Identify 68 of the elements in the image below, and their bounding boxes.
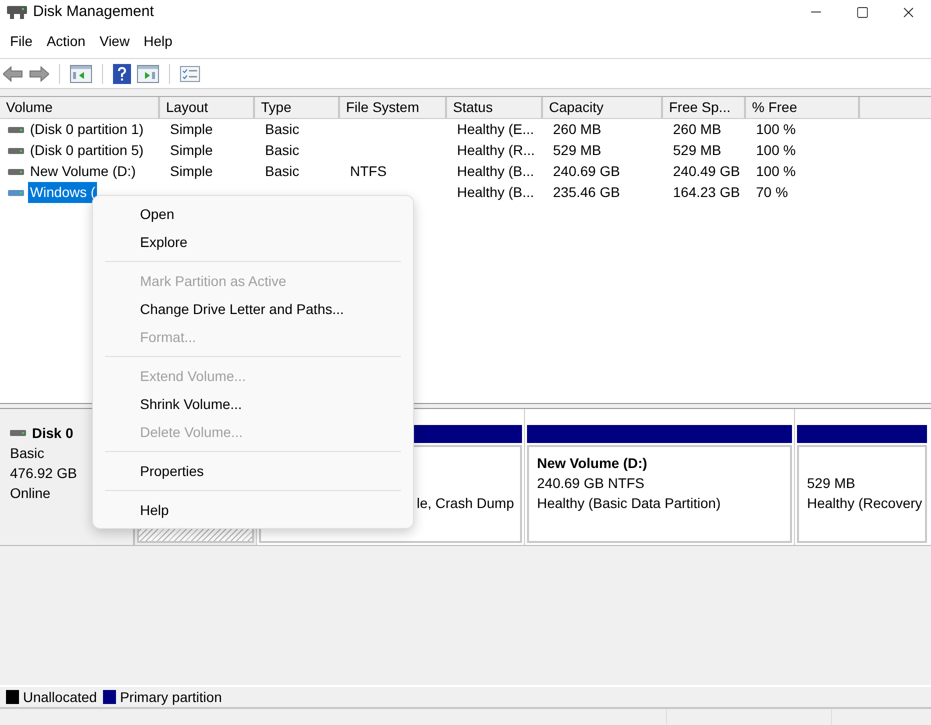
partition-title: New Volume (D:): [537, 454, 648, 473]
menu-item[interactable]: Action: [40, 28, 92, 54]
drive-icon: [10, 429, 26, 437]
legend-label: Primary partition: [120, 688, 222, 707]
menu-item[interactable]: File: [3, 28, 40, 54]
table-cell-text: 100 %: [755, 141, 797, 160]
window-title: Disk Management: [33, 2, 154, 22]
table-cell[interactable]: New Volume (D:): [28, 161, 138, 182]
disk-name: Disk 0: [32, 424, 74, 443]
menu-option[interactable]: Open: [99, 200, 407, 228]
drive-icon: [8, 168, 24, 176]
table-cell-text: 240.69 GB: [552, 162, 621, 181]
table-cell-text: Healthy (B...: [456, 183, 536, 202]
table-cell-text: Basic: [264, 120, 300, 139]
menu-item[interactable]: View: [92, 28, 137, 54]
table-cell-text: Simple: [169, 141, 214, 160]
menu-option[interactable]: Explore: [99, 228, 407, 256]
table-cell[interactable]: (Disk 0 partition 1): [28, 119, 146, 140]
menu-item[interactable]: Help: [136, 28, 180, 54]
drive-icon: [8, 188, 24, 196]
table-cell-text: Simple: [169, 162, 214, 181]
table-cell-text: 529 MB: [672, 141, 722, 160]
menu-option[interactable]: Change Drive Letter and Paths...: [99, 295, 407, 323]
table-cell-text: Basic: [264, 141, 300, 160]
partition-block[interactable]: 529 MB Healthy (Recovery: [797, 445, 927, 543]
table-cell-text: 70 %: [755, 183, 789, 202]
table-cell-text: Simple: [169, 120, 214, 139]
column-header[interactable]: Layout: [160, 97, 255, 118]
table-cell-text: 260 MB: [552, 120, 602, 139]
back-arrow-icon[interactable]: [3, 66, 23, 82]
table-cell-text: Healthy (B...: [456, 162, 536, 181]
column-header[interactable]: File System: [340, 97, 447, 118]
legend-label: Unallocated: [23, 688, 97, 706]
column-header[interactable]: Capacity: [543, 97, 663, 118]
table-cell-text: NTFS: [349, 162, 388, 181]
table-cell-text: 100 %: [755, 120, 797, 139]
partition-block[interactable]: New Volume (D:) 240.69 GB NTFS Healthy (Basic Data Partition): [527, 445, 792, 543]
table-cell-text: 529 MB: [552, 141, 602, 160]
maximize-icon[interactable]: [856, 6, 868, 18]
column-header[interactable]: Status: [447, 97, 543, 118]
table-cell-text: 164.23 GB: [672, 183, 741, 202]
forward-arrow-icon[interactable]: [29, 66, 49, 82]
partition-status: Healthy (Recovery: [807, 494, 924, 513]
table-cell-text: 260 MB: [672, 120, 722, 139]
table-cell-text: 100 %: [755, 162, 797, 181]
column-header[interactable]: Volume: [0, 97, 160, 118]
partition-status: Healthy (Basic Data Partition): [537, 494, 722, 513]
panel-icon[interactable]: [70, 64, 92, 82]
disk-type: Basic: [10, 444, 46, 463]
table-cell[interactable]: (Disk 0 partition 5): [28, 140, 146, 161]
table-cell-text: 235.46 GB: [552, 183, 621, 202]
table-cell-text: 240.49 GB: [672, 162, 741, 181]
disk-status: Online: [10, 484, 52, 503]
panel-icon[interactable]: [137, 64, 159, 82]
drive-icon: [8, 146, 24, 154]
table-cell-text: Healthy (E...: [456, 120, 536, 139]
table-cell-text: Basic: [264, 162, 300, 181]
partition-size: 529 MB: [807, 474, 856, 493]
table-cell-text: Healthy (R...: [456, 141, 536, 160]
partition-status: le, Crash Dump: [416, 494, 514, 513]
drive-icon: [8, 126, 24, 134]
disk-size: 476.92 GB: [10, 464, 78, 483]
checklist-icon[interactable]: [180, 66, 200, 82]
column-header[interactable]: Free Sp...: [663, 97, 746, 118]
app-icon: [7, 4, 27, 20]
help-icon[interactable]: [113, 64, 131, 84]
column-header[interactable]: Type: [255, 97, 340, 118]
partition-size: 240.69 GB NTFS: [537, 474, 646, 493]
